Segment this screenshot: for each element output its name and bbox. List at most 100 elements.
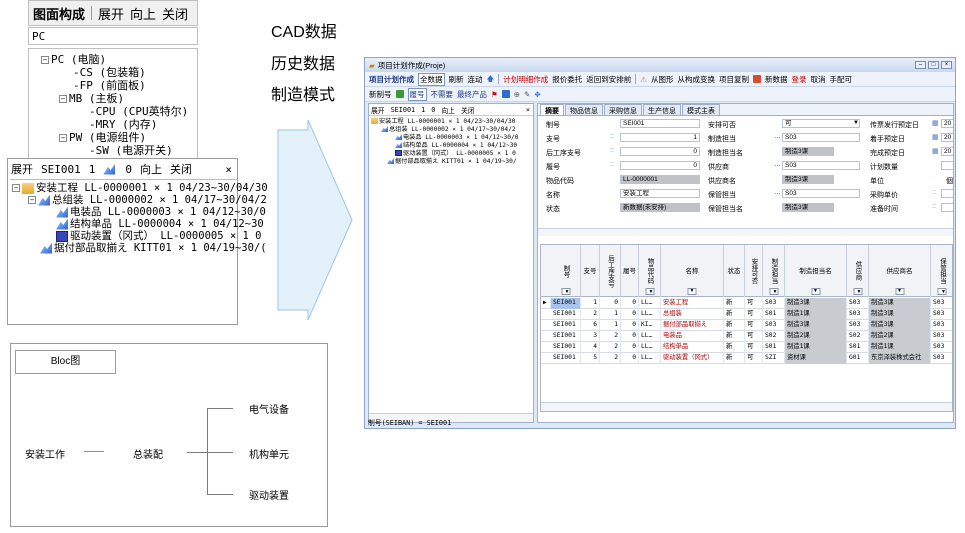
tree-node-pw[interactable]: − PW (电源组件): [59, 131, 146, 144]
column-header[interactable]: 供应商 ▼: [847, 245, 869, 297]
tree-node[interactable]: 总组装 LL-0000002 × 1 04/17~30/04/2: [381, 126, 516, 134]
tree-node-cs[interactable]: -CS (包装箱): [73, 66, 146, 79]
column-header[interactable]: 物品代码 ▼: [639, 245, 661, 297]
tree-node-pc[interactable]: − PC (电脑): [41, 53, 106, 66]
arrow-up-icon[interactable]: 🡅: [487, 73, 495, 86]
column-header[interactable]: 安排可否: [745, 245, 763, 297]
up-button[interactable]: 向上: [441, 105, 455, 115]
table-cell[interactable]: SZI: [763, 353, 785, 364]
new-data-button[interactable]: 新数据: [765, 74, 788, 85]
mfg-owner-field[interactable]: S03: [782, 133, 860, 142]
collapse-icon[interactable]: −: [12, 184, 20, 192]
table-row[interactable]: SEI001 3 2 0 LL… 电装品新可 S02 制造2课 S02 制造2课 S03: [541, 331, 952, 342]
finish-date-field[interactable]: 20: [941, 147, 953, 156]
table-cell[interactable]: S03: [931, 331, 952, 342]
table-cell[interactable]: 5: [581, 353, 600, 364]
table-cell[interactable]: SEI001: [551, 342, 581, 353]
flag-icon[interactable]: ⚑: [491, 90, 498, 99]
table-cell[interactable]: S03: [763, 320, 785, 331]
branch-field[interactable]: 1: [620, 133, 700, 142]
table-cell[interactable]: 制造2课: [869, 331, 931, 342]
table-cell[interactable]: 0: [621, 331, 639, 342]
table-row[interactable]: SEI001 5 2 0 LL… 驱动装置（冈式）新可 SZI 资材课 G01 东京泽装株式会社 S…: [541, 353, 952, 364]
tree-node[interactable]: 驱动装置（冈式） LL-0000005 × 1 0: [395, 150, 516, 158]
table-cell[interactable]: S03: [847, 320, 869, 331]
table-cell[interactable]: 新: [724, 342, 745, 353]
expand-button[interactable]: 展开: [98, 4, 124, 23]
next-branch-field[interactable]: 0: [620, 147, 700, 156]
table-cell[interactable]: LL…: [639, 298, 661, 309]
storage-owner-field[interactable]: S03: [782, 189, 860, 198]
table-cell[interactable]: 东京泽装株式会社: [869, 353, 931, 364]
tree-node[interactable]: 据付部品取揃え KITT01 × 1 04/19~30/: [387, 158, 517, 166]
chevron-down-icon[interactable]: ▼: [561, 288, 570, 295]
tree-node-mb[interactable]: − MB (主板): [59, 92, 124, 105]
save-icon[interactable]: [395, 90, 404, 98]
table-cell[interactable]: 0: [621, 298, 639, 309]
table-cell[interactable]: 新: [724, 331, 745, 342]
tree-node-cpu[interactable]: -CPU (CPU英特尔): [89, 105, 188, 118]
table-cell[interactable]: LL…: [639, 342, 661, 353]
table-cell[interactable]: 2: [600, 331, 621, 342]
name-field[interactable]: 安装工程: [620, 189, 700, 198]
table-cell[interactable]: SEI001: [551, 298, 581, 309]
table-cell[interactable]: LL…: [639, 353, 661, 364]
table-cell[interactable]: LL…: [639, 331, 661, 342]
minimize-icon[interactable]: –: [915, 61, 926, 69]
table-cell[interactable]: 驱动装置（冈式）: [661, 353, 724, 364]
table-cell[interactable]: 制造3课: [785, 298, 847, 309]
chevron-down-icon[interactable]: ▼: [769, 288, 778, 295]
register-button[interactable]: 登录: [791, 74, 806, 85]
chevron-down-icon[interactable]: ▼: [645, 288, 654, 295]
table-cell[interactable]: SEI001: [551, 309, 581, 320]
all-data-button[interactable]: 全数据: [418, 72, 445, 86]
table-cell[interactable]: 0: [600, 298, 621, 309]
table-cell[interactable]: G01: [847, 353, 869, 364]
calendar-icon[interactable]: ▦: [932, 133, 939, 141]
table-cell[interactable]: 4: [581, 342, 600, 353]
table-cell[interactable]: 6: [581, 320, 600, 331]
table-cell[interactable]: S03: [931, 298, 952, 309]
table-cell[interactable]: 1: [581, 298, 600, 309]
table-cell[interactable]: 可: [745, 298, 763, 309]
num-field[interactable]: 0: [431, 106, 435, 114]
table-cell[interactable]: 新: [724, 320, 745, 331]
table-cell[interactable]: 新: [724, 353, 745, 364]
table-cell[interactable]: 0: [621, 309, 639, 320]
palette-icon[interactable]: [752, 75, 761, 83]
table-cell[interactable]: S02: [763, 331, 785, 342]
table-cell[interactable]: S01: [763, 309, 785, 320]
history-field[interactable]: 0: [620, 161, 700, 170]
history-button[interactable]: 履号: [407, 87, 427, 101]
lookup-icon[interactable]: ::: [932, 203, 936, 210]
tools-icon[interactable]: ✎: [524, 90, 530, 99]
arrange-select[interactable]: 手配可: [829, 74, 852, 85]
new-number-button[interactable]: 新制号: [369, 89, 392, 100]
column-header[interactable]: 制号 ▼: [551, 245, 581, 297]
tab-mode-master[interactable]: 模式主表: [682, 104, 720, 115]
column-header[interactable]: 后工序支号: [600, 245, 621, 297]
qty-field[interactable]: 1: [89, 163, 96, 176]
tree-node[interactable]: 结构单品 LL-0000004 × 1 04/12~30: [395, 142, 517, 150]
tab-production-info[interactable]: 生产信息: [643, 104, 681, 115]
up-button[interactable]: 向上: [130, 4, 156, 23]
table-cell[interactable]: S01: [763, 342, 785, 353]
chevron-down-icon[interactable]: ▼: [687, 288, 697, 295]
lookup-icon[interactable]: …: [774, 161, 781, 168]
close-button[interactable]: 关闭: [162, 4, 188, 23]
warning-icon[interactable]: ⚠: [640, 75, 647, 84]
column-header[interactable]: 支号: [581, 245, 600, 297]
table-cell[interactable]: S03: [763, 298, 785, 309]
table-cell[interactable]: 电装品: [661, 331, 724, 342]
tree-node[interactable]: 电装品 LL-0000003 × 1 04/12~30/0: [395, 134, 518, 142]
copy-project-button[interactable]: 项目复制: [719, 74, 749, 85]
table-cell[interactable]: 可: [745, 309, 763, 320]
table-row[interactable]: SEI001 6 1 0 KI… 据付部品取揃え新可 S03 制造3课 S03 制造3课 S03: [541, 320, 952, 331]
num-field[interactable]: 0: [125, 163, 132, 176]
table-cell[interactable]: 制造3课: [869, 309, 931, 320]
tree-node[interactable]: 结构单品 LL-0000004 × 1 04/12~30: [56, 218, 264, 230]
table-cell[interactable]: S03: [847, 309, 869, 320]
table-cell[interactable]: 0: [621, 320, 639, 331]
tree-node-fp[interactable]: -FP (前面板): [73, 79, 146, 92]
project-plan-button[interactable]: 项目计划作成: [369, 74, 414, 85]
